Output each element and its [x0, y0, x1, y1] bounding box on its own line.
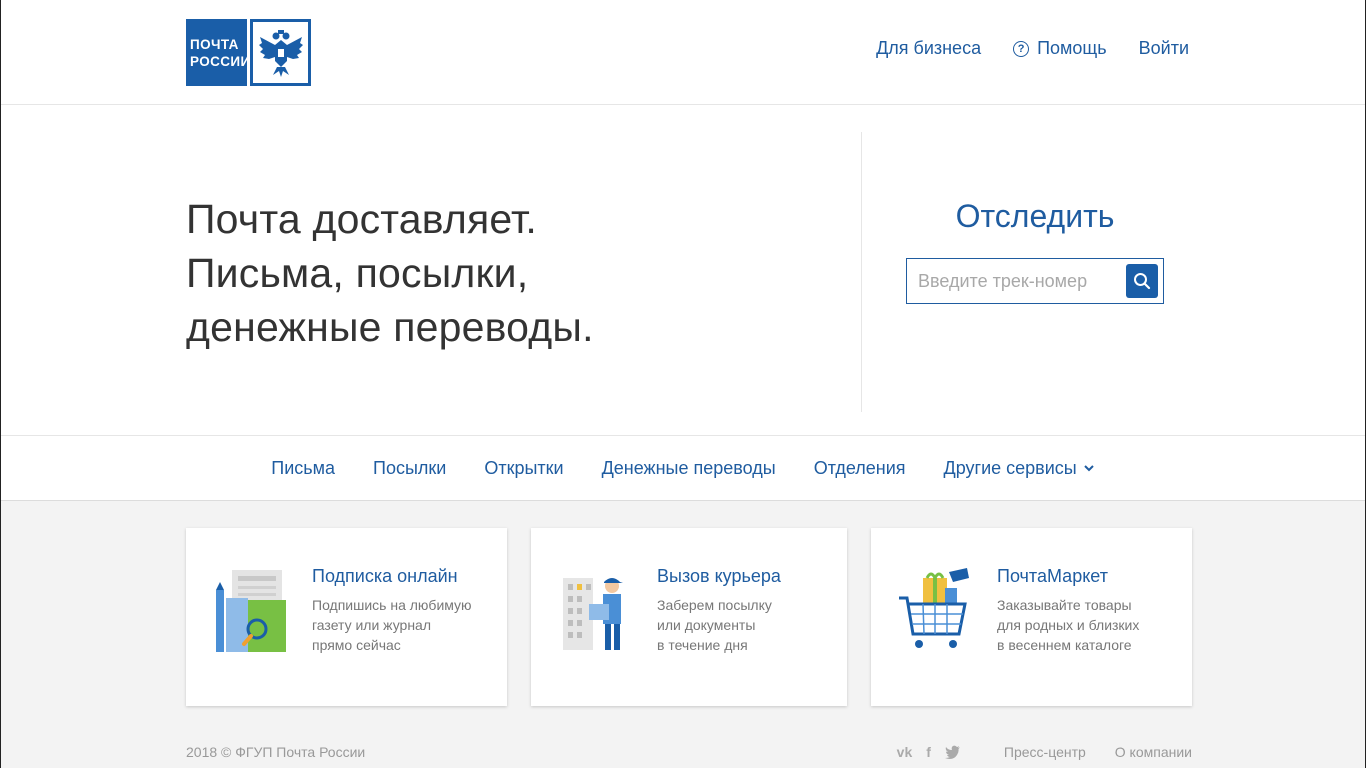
eagle-emblem-icon: [250, 19, 311, 86]
card-desc-line: Заказывайте товары: [997, 597, 1132, 613]
nav-postcards[interactable]: Открытки: [484, 458, 563, 479]
press-center-link[interactable]: Пресс-центр: [1004, 744, 1086, 760]
nav-offices[interactable]: Отделения: [814, 458, 906, 479]
help-icon: ?: [1013, 40, 1030, 57]
login-link[interactable]: Войти: [1139, 38, 1189, 59]
business-link[interactable]: Для бизнеса: [876, 38, 981, 59]
card-desc-line: или документы: [657, 617, 756, 633]
card-desc-line: газету или журнал: [312, 617, 432, 633]
search-button[interactable]: [1126, 264, 1158, 298]
hero-section: Почта доставляет. Письма, посылки, денеж…: [1, 105, 1365, 436]
top-nav: Для бизнеса ? Помощь Войти: [876, 38, 1189, 59]
service-cards: Подписка онлайн Подпишись на любимую газ…: [186, 528, 1192, 706]
card-pochtamarket[interactable]: ПочтаМаркет Заказывайте товары для родны…: [871, 528, 1192, 706]
card-title[interactable]: Подписка онлайн: [312, 566, 472, 587]
tracking-title: Отследить: [955, 198, 1115, 234]
copyright: 2018 © ФГУП Почта России: [186, 744, 366, 760]
track-number-input[interactable]: [907, 259, 1117, 303]
card-desc-line: Подпишись на любимую: [312, 597, 472, 613]
card-desc-line: в весеннем каталоге: [997, 637, 1132, 653]
card-description: Заберем посылку или документы в течение …: [657, 595, 781, 655]
card-description: Подпишись на любимую газету или журнал п…: [312, 595, 472, 655]
nav-parcels[interactable]: Посылки: [373, 458, 446, 479]
help-link[interactable]: ? Помощь: [1013, 38, 1107, 59]
card-courier[interactable]: Вызов курьера Заберем посылку или докуме…: [531, 528, 847, 706]
hero-line-3: денежные переводы.: [186, 304, 594, 350]
shopping-cart-icon: [899, 568, 969, 648]
chevron-down-icon: [1084, 465, 1094, 472]
card-title[interactable]: ПочтаМаркет: [997, 566, 1139, 587]
card-text: Вызов курьера Заберем посылку или докуме…: [657, 566, 781, 655]
card-text: ПочтаМаркет Заказывайте товары для родны…: [997, 566, 1139, 655]
hero-line-2: Письма, посылки,: [186, 250, 529, 296]
logo-line1: ПОЧТА: [190, 36, 239, 52]
courier-icon: [563, 578, 623, 650]
main-nav: Письма Посылки Открытки Денежные перевод…: [1, 436, 1365, 501]
header: ПОЧТА РОССИИ Для бизнеса ? Помощь Войти: [1, 0, 1365, 105]
search-icon: [1134, 273, 1151, 290]
nav-letters[interactable]: Письма: [271, 458, 335, 479]
card-text: Подписка онлайн Подпишись на любимую газ…: [312, 566, 472, 655]
help-link-label: Помощь: [1037, 38, 1107, 58]
card-description: Заказывайте товары для родных и близких …: [997, 595, 1139, 655]
vk-icon[interactable]: vk: [897, 744, 913, 760]
card-subscription[interactable]: Подписка онлайн Подпишись на любимую газ…: [186, 528, 507, 706]
about-company-link[interactable]: О компании: [1115, 744, 1192, 760]
card-title[interactable]: Вызов курьера: [657, 566, 781, 587]
nav-money-transfers[interactable]: Денежные переводы: [602, 458, 776, 479]
card-desc-line: в течение дня: [657, 637, 748, 653]
logo[interactable]: ПОЧТА РОССИИ: [186, 19, 311, 86]
newspaper-magnifier-icon: [216, 570, 286, 652]
logo-wordmark: ПОЧТА РОССИИ: [186, 19, 251, 86]
nav-other-services-label: Другие сервисы: [943, 457, 1077, 478]
social-links: vk f: [897, 744, 961, 760]
card-desc-line: для родных и близких: [997, 617, 1140, 633]
tracking-form: [906, 258, 1164, 304]
footer-links: vk f Пресс-центр О компании: [897, 744, 1192, 760]
card-desc-line: Заберем посылку: [657, 597, 772, 613]
hero-title: Почта доставляет. Письма, посылки, денеж…: [186, 192, 594, 354]
card-desc-line: прямо сейчас: [312, 637, 401, 653]
twitter-icon[interactable]: [944, 745, 961, 759]
hero-divider: [861, 132, 862, 412]
logo-line2: РОССИИ: [190, 53, 251, 69]
footer: 2018 © ФГУП Почта России vk f Пресс-цент…: [186, 744, 1192, 762]
nav-other-services[interactable]: Другие сервисы: [944, 458, 1095, 479]
facebook-icon[interactable]: f: [926, 744, 931, 760]
hero-line-1: Почта доставляет.: [186, 196, 538, 242]
